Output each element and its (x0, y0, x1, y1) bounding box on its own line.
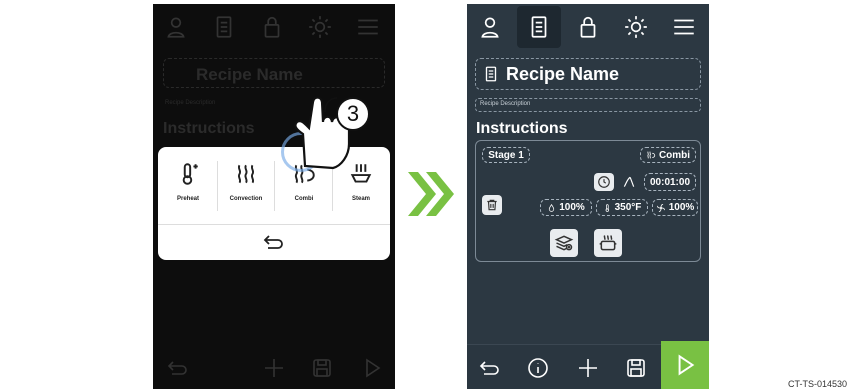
bottom-bar (153, 345, 395, 389)
clock-icon (598, 176, 610, 188)
double-chevron-icon (408, 172, 454, 216)
heat-waves-icon (237, 164, 255, 184)
drop-icon (549, 203, 555, 212)
plus-icon[interactable] (259, 353, 289, 383)
mode-convection[interactable]: Convection (218, 161, 274, 213)
recipe-tab-active[interactable] (517, 6, 561, 48)
info-icon[interactable] (523, 353, 553, 383)
recipe-description: Recipe Description (165, 100, 216, 106)
back-icon[interactable] (163, 353, 193, 383)
temperature-pill[interactable]: 350°F (596, 199, 648, 216)
fan-pill[interactable]: 100% (652, 199, 698, 216)
mode-preheat[interactable]: Preheat (160, 161, 216, 213)
menu-icon[interactable] (351, 10, 385, 44)
stage-label: Stage 1 (482, 147, 530, 163)
menu-icon[interactable] (667, 10, 701, 44)
back-icon[interactable] (475, 353, 505, 383)
figure-code: CT-TS-014530 (787, 379, 847, 389)
divider (158, 224, 390, 225)
right-screen: Recipe Name Recipe Description Instructi… (467, 4, 709, 389)
thermometer-icon (605, 203, 609, 212)
mode-label: Combi (658, 149, 691, 161)
play-icon[interactable] (357, 353, 387, 383)
recipe-description-field[interactable]: Recipe Description (475, 98, 701, 112)
temperature-value: 350°F (614, 202, 642, 213)
save-icon[interactable] (621, 353, 651, 383)
time-value[interactable]: 00:01:00 (644, 173, 696, 191)
recipe-name: Recipe Name (506, 64, 620, 84)
instructions-heading: Instructions (476, 120, 568, 137)
thermometer-icon (182, 163, 198, 185)
fan-value: 100% (668, 202, 695, 213)
stage-card[interactable]: Stage 1 Combi 00:01:00 100% 350°F 100% (475, 140, 701, 262)
pot-steam-icon (599, 235, 617, 251)
start-button[interactable] (661, 341, 709, 389)
play-icon (678, 354, 695, 376)
humidity-pill[interactable]: 100% (540, 199, 592, 216)
user-icon[interactable] (159, 10, 193, 44)
save-icon[interactable] (307, 353, 337, 383)
trash-icon (487, 199, 497, 211)
top-bar (467, 4, 709, 50)
divider (274, 161, 275, 211)
recipe-icon[interactable] (207, 10, 241, 44)
timer-button[interactable] (594, 173, 614, 191)
combi-icon (647, 151, 656, 159)
top-bar (153, 4, 395, 50)
recipe-name-field[interactable]: Recipe Name (475, 58, 701, 90)
add-stage-button[interactable] (550, 229, 578, 257)
instructions-heading: Instructions (163, 120, 255, 137)
fan-icon (656, 203, 665, 212)
step-callout: 3 (336, 97, 370, 131)
brightness-icon[interactable] (303, 10, 337, 44)
user-icon[interactable] (473, 10, 507, 44)
lock-icon[interactable] (571, 10, 605, 44)
recipe-icon (485, 66, 497, 82)
brightness-icon[interactable] (619, 10, 653, 44)
mode-pill[interactable]: Combi (640, 147, 696, 163)
left-screen: Recipe Name Recipe Description Instructi… (153, 4, 395, 389)
back-button[interactable] (258, 231, 290, 253)
back-arrow-icon (263, 235, 283, 249)
cooking-mode-button[interactable] (594, 229, 622, 257)
recipe-icon (531, 16, 547, 38)
layers-add-icon (554, 235, 574, 251)
lock-icon[interactable] (255, 10, 289, 44)
humidity-value: 100% (559, 202, 585, 213)
recipe-description: Recipe Description (480, 101, 531, 107)
delete-stage-button[interactable] (482, 195, 502, 215)
plus-icon[interactable] (573, 353, 603, 383)
probe-icon[interactable] (622, 175, 636, 189)
